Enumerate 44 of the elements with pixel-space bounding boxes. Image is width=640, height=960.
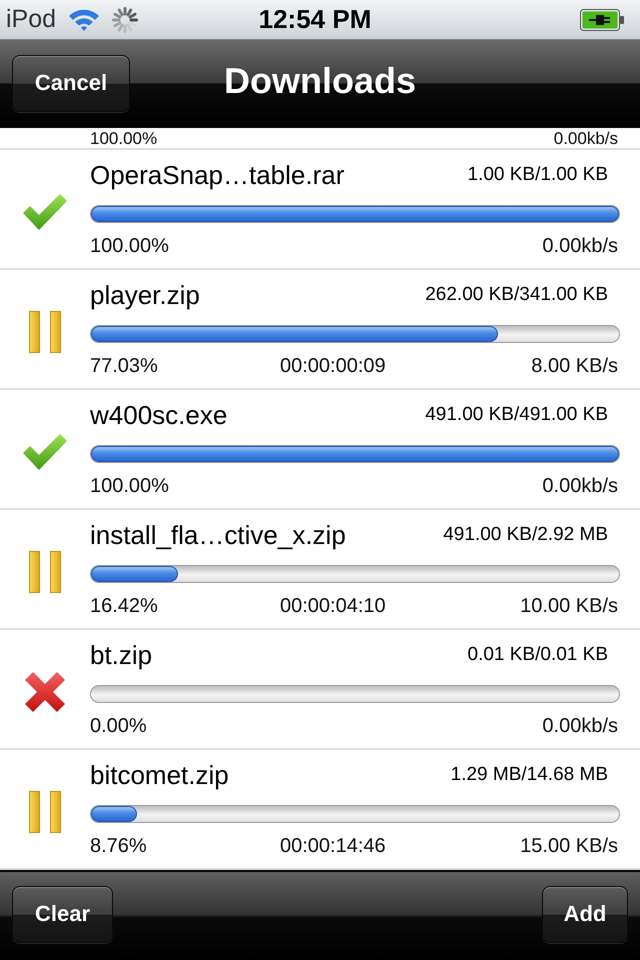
file-name: OperaSnap…table.rar [90, 160, 344, 190]
file-size: 0.01 KB/0.01 KB [468, 644, 608, 666]
percent-text: 100.00% [90, 128, 158, 148]
speed-text: 8.00 KB/s [531, 354, 618, 378]
battery-charging-icon [580, 8, 624, 30]
percent-text: 100.00% [90, 474, 170, 498]
speed-text: 0.00kb/s [554, 128, 618, 148]
percent-text: 0.00% [90, 714, 148, 738]
pause-icon [29, 311, 61, 353]
carrier-label: iPod [6, 5, 56, 34]
cancel-button[interactable]: Cancel [12, 54, 130, 112]
speed-text: 15.00 KB/s [520, 834, 618, 858]
pause-icon [29, 791, 61, 833]
file-size: 262.00 KB/341.00 KB [425, 284, 608, 306]
file-size: 491.00 KB/491.00 KB [425, 404, 608, 426]
file-name: w400sc.exe [90, 400, 228, 430]
time-remaining: 00:00:04:10 [280, 594, 386, 618]
file-name: install_fla…ctive_x.zip [90, 520, 346, 550]
percent-text: 100.00% [90, 234, 170, 258]
add-button[interactable]: Add [542, 886, 628, 942]
nav-title: Downloads [224, 60, 416, 103]
percent-text: 77.03% [90, 354, 159, 378]
percent-text: 16.42% [90, 594, 159, 618]
speed-text: 0.00kb/s [542, 234, 618, 258]
status-time: 12:54 PM [258, 4, 372, 35]
file-size: 1.29 MB/14.68 MB [450, 764, 608, 786]
activity-spinner-icon [112, 6, 138, 32]
percent-text: 8.76% [90, 834, 148, 858]
time-remaining: 00:00:14:46 [280, 834, 386, 858]
speed-text: 10.00 KB/s [520, 594, 618, 618]
speed-text: 0.00kb/s [542, 474, 618, 498]
file-name: bt.zip [90, 640, 152, 670]
checkmark-icon [23, 194, 67, 230]
file-size: 491.00 KB/2.92 MB [443, 524, 608, 546]
file-name: bitcomet.zip [90, 760, 229, 790]
pause-icon [29, 551, 61, 593]
file-name: player.zip [90, 280, 200, 310]
wifi-icon [68, 8, 100, 31]
speed-text: 0.00kb/s [542, 714, 618, 738]
clear-button[interactable]: Clear [12, 886, 113, 942]
checkmark-icon [23, 434, 67, 470]
cross-icon [25, 672, 65, 712]
file-size: 1.00 KB/1.00 KB [468, 164, 608, 186]
time-remaining: 00:00:00:09 [280, 354, 386, 378]
